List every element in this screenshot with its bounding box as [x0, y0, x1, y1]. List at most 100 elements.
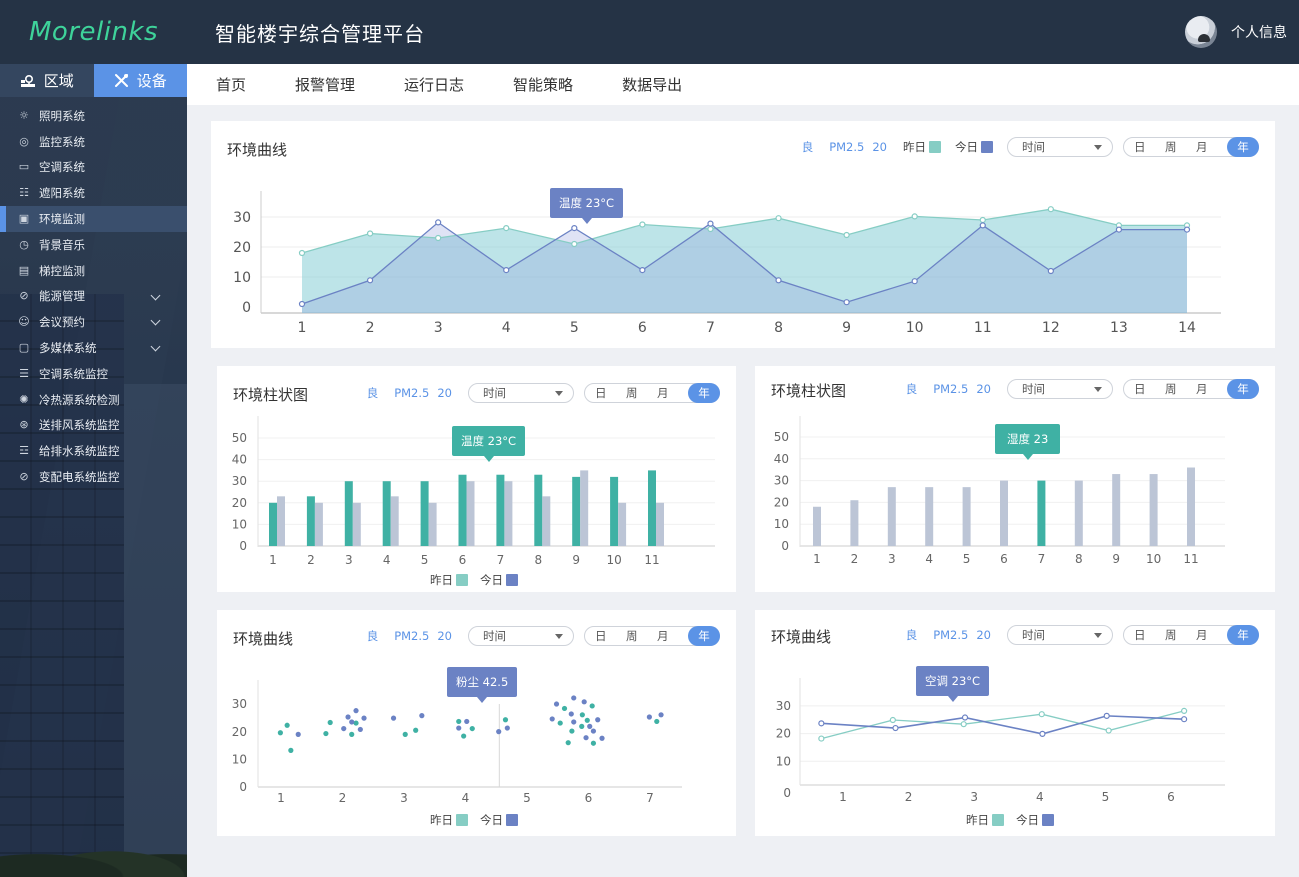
sidebar-item[interactable]: ☺ 会议预约	[0, 309, 187, 335]
sidebar-item-label: 梯控监测	[39, 263, 85, 278]
sidebar-item-label: 环境监测	[39, 212, 85, 227]
nav-item[interactable]: 运行日志	[404, 74, 464, 95]
data-point	[1103, 712, 1110, 719]
sidebar-item[interactable]: ⊛ 送排风系统监控	[0, 413, 187, 439]
top-header: Morelinks 智能楼宇综合管理平台 个人信息	[0, 0, 1299, 64]
x-tick-label: 2	[366, 320, 375, 336]
scatter-point-today	[583, 735, 589, 741]
sidebar-item[interactable]: ▭ 空调系统	[0, 155, 187, 181]
data-point	[435, 219, 442, 226]
line-chart: 0 10 20 30 1 2 3 4 5 6	[776, 678, 1225, 804]
nav-item[interactable]: 报警管理	[295, 74, 355, 95]
sidebar-item[interactable]: ◎ 监控系统	[0, 129, 187, 155]
bar-yesterday	[344, 481, 353, 546]
app-title: 智能楼宇综合管理平台	[215, 21, 425, 46]
sidebar-item[interactable]: ✺ 冷热源系统检测	[0, 387, 187, 413]
chevron-down-icon[interactable]	[150, 290, 161, 301]
legend-yesterday[interactable]: 昨日	[430, 812, 468, 828]
bar	[962, 487, 971, 546]
legend-swatch-teal	[456, 814, 468, 826]
legend-yesterday-label: 昨日	[430, 813, 453, 827]
data-point	[1039, 730, 1046, 737]
x-tick-label: 3	[888, 552, 896, 566]
nav-item[interactable]: 数据导出	[622, 74, 682, 95]
sidebar-item[interactable]: ☰ 空调系统监控	[0, 361, 187, 387]
data-point	[639, 221, 646, 228]
sidebar-item-label: 给排水系统监控	[39, 444, 120, 459]
scatter-point-yesterday	[589, 703, 595, 709]
sidebar-item[interactable]: ▢ 多媒体系统	[0, 335, 187, 361]
sidebar-item[interactable]: ☷ 遮阳系统	[0, 180, 187, 206]
sidebar-item-label: 照明系统	[39, 108, 85, 123]
chevron-down-icon[interactable]	[150, 341, 161, 352]
legend-today[interactable]: 今日	[1016, 812, 1054, 828]
scatter-point-yesterday	[288, 747, 294, 753]
x-tick-label: 9	[1112, 552, 1120, 566]
tab-device-label: 设备	[136, 72, 167, 90]
data-point	[979, 222, 986, 229]
data-point	[979, 216, 986, 224]
x-tick-label: 2	[339, 791, 347, 805]
sidebar-item[interactable]: ☼ 照明系统	[0, 103, 187, 129]
scatter-point-today	[646, 714, 652, 720]
y-tick-label: 30	[776, 699, 791, 713]
legend-swatch-blue	[506, 574, 518, 586]
sidebar-item[interactable]: ▣ 环境监测	[0, 206, 187, 232]
x-tick-label: 4	[462, 791, 470, 805]
bar-chart-right: 0 10 20 30 40 50 1 2 3 4 5 6 7 8 9 10 11	[774, 416, 1225, 566]
fan-icon: ⊛	[19, 418, 29, 432]
data-point	[892, 724, 899, 732]
scatter-point-today	[464, 718, 470, 725]
logo[interactable]: Morelinks	[0, 17, 187, 47]
chevron-down-icon[interactable]	[150, 315, 161, 326]
nav-item[interactable]: 智能策略	[513, 74, 573, 95]
scatter-point-today	[658, 712, 664, 718]
bar-yesterday	[269, 502, 277, 546]
legend-yesterday-label: 昨日	[430, 573, 453, 587]
x-tick-label: 5	[570, 320, 579, 336]
sidebar-item[interactable]: ◷ 背景音乐	[0, 232, 187, 258]
data-point	[960, 721, 967, 728]
y-tick-label: 10	[776, 754, 791, 768]
sun-snow-icon: ✺	[19, 392, 29, 406]
scatter-point-today	[456, 725, 462, 731]
legend-today[interactable]: 今日	[480, 572, 518, 588]
scatter-chart: 0 10 20 30 1 2 3 4 5 6 7	[232, 680, 682, 805]
legend-yesterday[interactable]: 昨日	[966, 812, 1004, 828]
x-tick-label: 10	[606, 553, 621, 567]
bar-today	[390, 496, 399, 546]
tab-area-label: 区域	[43, 72, 74, 90]
sidebar-item-label: 监控系统	[39, 134, 85, 149]
sidebar-item-label: 能源管理	[39, 289, 85, 304]
avatar[interactable]	[1185, 16, 1217, 48]
bar-today	[580, 470, 589, 546]
y-tick-label: 10	[232, 517, 247, 531]
x-tick-label: 8	[1075, 552, 1083, 566]
scatter-point-today	[571, 695, 577, 701]
sidebar-item-label: 变配电系统监控	[39, 470, 120, 485]
nav-item[interactable]: 首页	[216, 74, 246, 95]
sidebar-item[interactable]: ⊘ 能源管理	[0, 284, 187, 310]
data-point	[775, 215, 782, 222]
x-tick-label: 5	[1102, 790, 1110, 804]
tab-area[interactable]: 区域	[0, 64, 94, 97]
data-point	[366, 277, 374, 284]
env-scatter-card: 环境曲线 良 PM2.5 20 时间 日 周 月 年 0 10 20 30 1 2 3 4 5 6…	[217, 610, 736, 836]
data-point	[298, 300, 306, 308]
data-point	[503, 224, 510, 232]
user-info-link[interactable]: 个人信息	[1231, 22, 1287, 42]
sidebar-item[interactable]: ☲ 给排水系统监控	[0, 438, 187, 464]
chart-tooltip: 粉尘 42.5	[447, 667, 518, 703]
user-menu[interactable]: 个人信息	[1185, 16, 1287, 48]
legend-yesterday[interactable]: 昨日	[430, 572, 468, 588]
sidebar-item[interactable]: ▤ 梯控监测	[0, 258, 187, 284]
scatter-point-yesterday	[654, 718, 660, 725]
x-tick-label: 7	[1038, 552, 1046, 566]
legend-today[interactable]: 今日	[480, 812, 518, 828]
y-tick-label: 30	[774, 474, 789, 488]
sidebar-item[interactable]: ⊘ 变配电系统监控	[0, 464, 187, 490]
scatter-point-today	[590, 728, 597, 734]
tab-device[interactable]: 设备	[93, 64, 187, 97]
scatter-point-today	[357, 726, 363, 733]
chart-tooltip: 温度 23°C	[452, 426, 526, 462]
